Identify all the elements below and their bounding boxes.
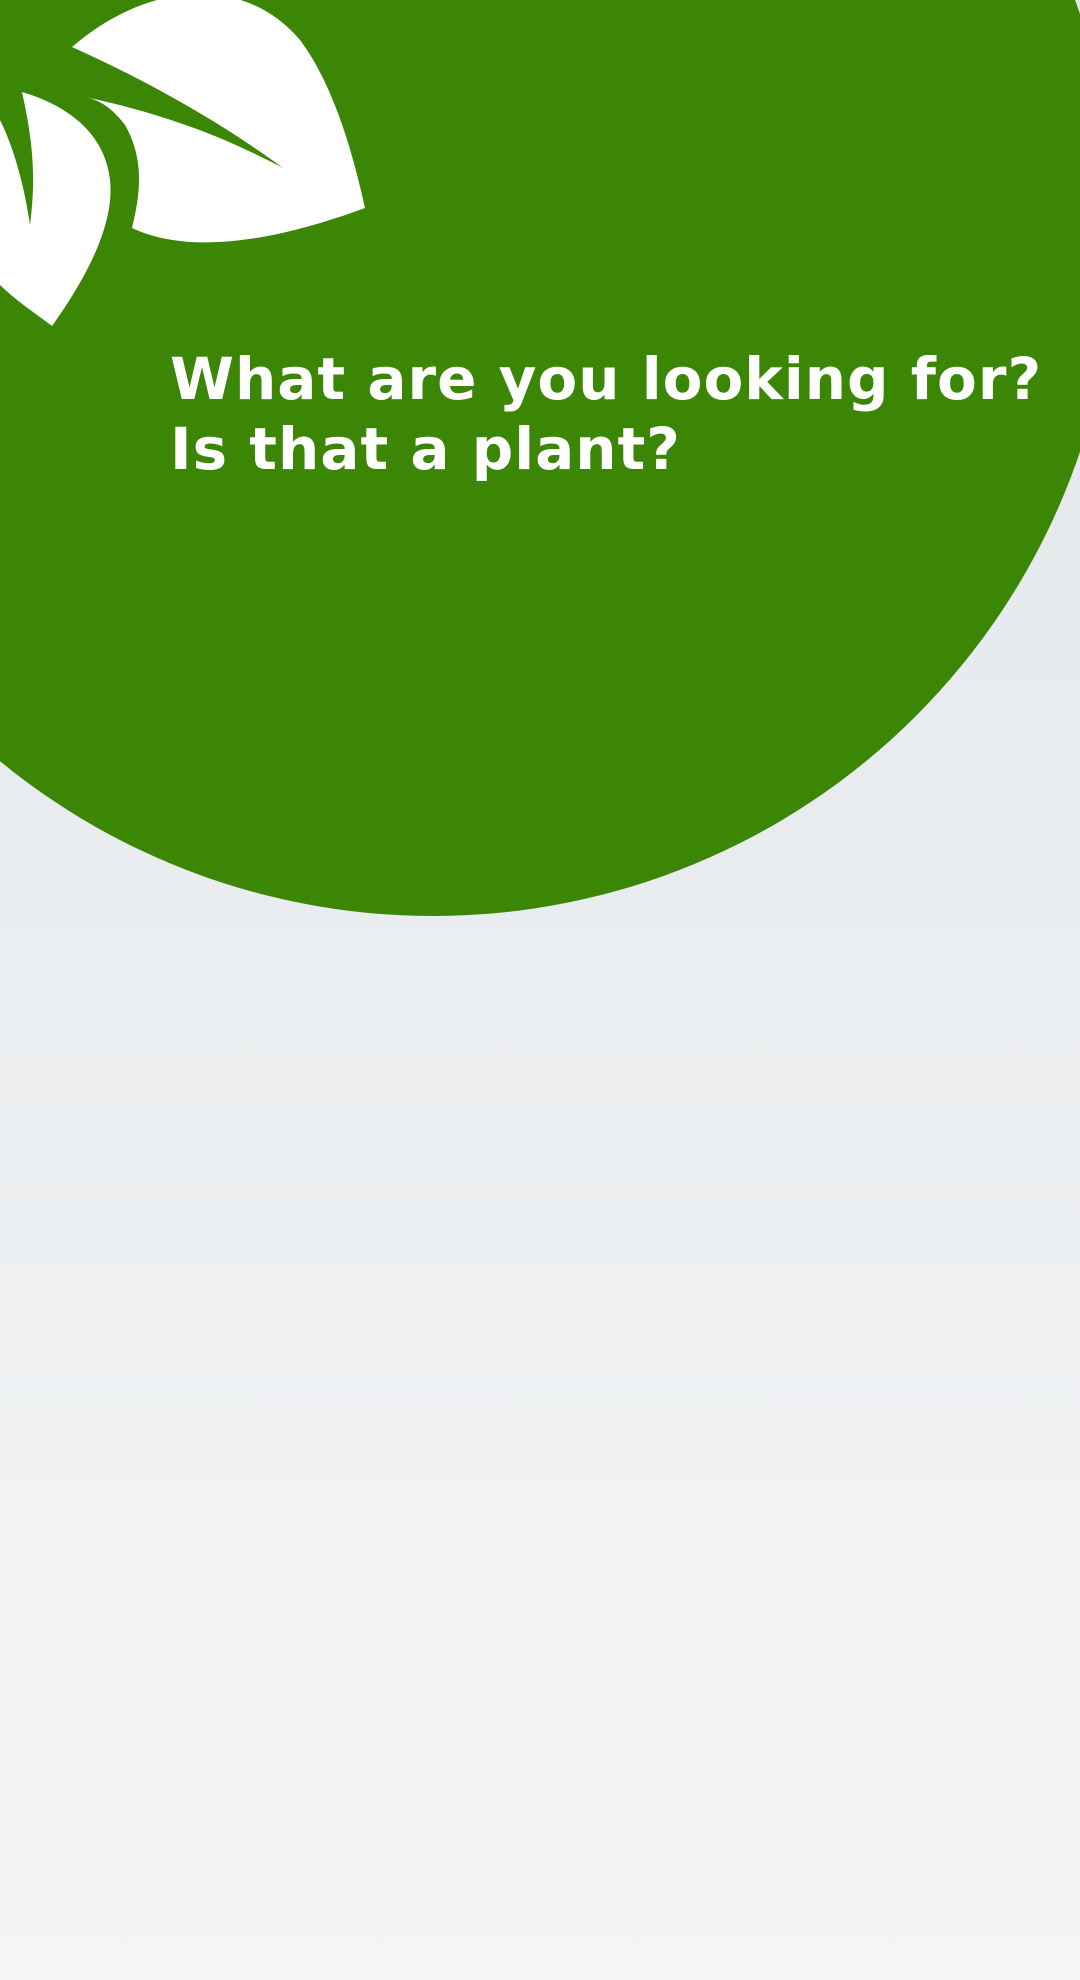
prompt-heading: What are you looking for? Is that a plan…: [170, 344, 1043, 484]
prompt-line-2: Is that a plant?: [170, 415, 681, 483]
splash-screen: What are you looking for? Is that a plan…: [0, 0, 1080, 1980]
prompt-line-1: What are you looking for?: [170, 345, 1043, 413]
plant-leaves-icon: [0, 0, 365, 326]
